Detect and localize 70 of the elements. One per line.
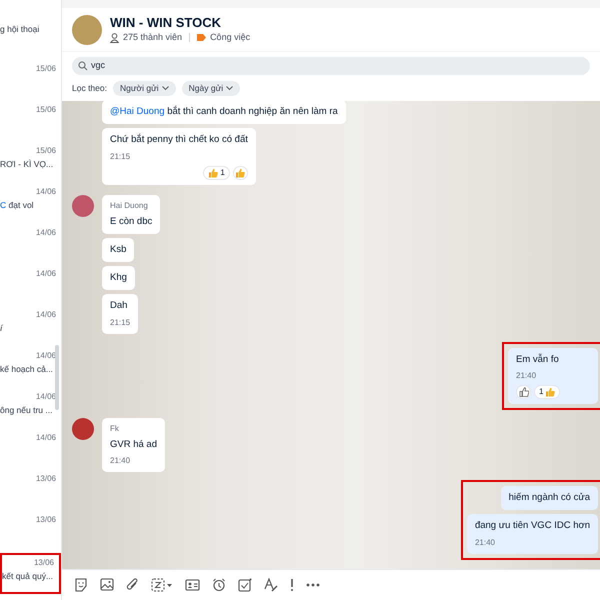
conversation-date: 14/06: [36, 186, 56, 198]
user-avatar[interactable]: [72, 194, 94, 216]
conversation-date: 14/06: [36, 350, 56, 362]
chevron-icon: [162, 86, 169, 90]
member-count[interactable]: 275 thành viên: [123, 30, 182, 44]
conversation-preview[interactable]: í: [0, 322, 2, 334]
conversation-date: 14/06: [36, 432, 56, 444]
conversation-date: 15/06: [36, 63, 56, 75]
message-time: 21:15: [110, 150, 132, 162]
thumbs-up-icon: [545, 386, 556, 397]
thumbs-up-icon: [518, 386, 528, 397]
conversation-preview[interactable]: kế hoạch cả...: [0, 363, 53, 375]
text-format-icon[interactable]: [264, 578, 278, 592]
message-text: Dah: [110, 299, 128, 314]
message-text: Em vẫn fo: [516, 352, 560, 366]
conversation-preview[interactable]: ông nếu tru ...: [0, 404, 52, 416]
reaction-button[interactable]: [516, 384, 531, 399]
scrollbar[interactable]: [55, 345, 59, 410]
filter-label: Lọc theo:: [72, 82, 107, 94]
message-text: Khg: [110, 271, 127, 285]
alarm-clock-icon[interactable]: [212, 578, 226, 592]
thumbs-up-icon: [235, 168, 246, 178]
message-time: 21:40: [110, 455, 132, 467]
paperclip-icon[interactable]: [126, 578, 139, 592]
thumbs-up-icon: [208, 168, 218, 178]
exclamation-icon[interactable]: [290, 578, 294, 592]
conversation-preview[interactable]: kết quả quý...: [2, 570, 54, 582]
user-avatar[interactable]: [72, 418, 94, 440]
person-icon: [110, 32, 119, 42]
message-text: đang ưu tiên VGC IDC hơn: [474, 519, 590, 534]
message-time: 21:40: [516, 370, 538, 382]
message-text: hiếm ngành có cửa: [508, 491, 590, 505]
sticker-icon[interactable]: [74, 578, 88, 592]
message-text: Ksb: [110, 242, 126, 257]
search-field[interactable]: vgc: [72, 57, 590, 75]
conversation-date: 14/06: [36, 227, 56, 239]
reaction-count[interactable]: 1: [534, 384, 560, 399]
conversation-date: 15/06: [36, 104, 56, 116]
conversation-preview[interactable]: RƠI - KÌ VỌ...: [0, 158, 54, 170]
conversation-date: 14/06: [36, 391, 56, 403]
more-icon[interactable]: [306, 582, 320, 586]
conversation-date: 15/06: [36, 145, 56, 157]
message-text: Chứ bắt penny thì chết ko có đất: [110, 133, 248, 148]
image-icon[interactable]: [100, 578, 114, 591]
tag-label[interactable]: Công việc: [210, 30, 250, 44]
tag-icon: [197, 34, 206, 41]
conversation-date: 13/06: [36, 473, 56, 485]
sender-name: Hai Duong: [110, 200, 149, 212]
message-time: 21:15: [110, 316, 130, 328]
filter-dropdown[interactable]: Người gửi: [112, 80, 176, 96]
conversation-date: 13/06: [34, 557, 54, 569]
reaction-count[interactable]: 1: [203, 166, 230, 180]
conversation-date: 14/06: [36, 309, 56, 321]
contact-card-icon[interactable]: [185, 578, 200, 590]
search-icon: [78, 61, 88, 71]
conversation-date: 13/06: [36, 514, 56, 526]
screenshot-icon[interactable]: [151, 578, 173, 592]
task-checkbox-icon[interactable]: [238, 578, 252, 592]
group-title: WIN - WIN STOCK: [110, 14, 222, 31]
message-text: GVR há ad: [110, 438, 157, 452]
chevron-icon: [226, 86, 234, 90]
message-text: @Hai Duong bắt thì canh doanh nghiệp ăn nên làm ra: [110, 105, 338, 119]
sender-name: Fk: [110, 422, 120, 435]
message-text: E còn dbc: [110, 214, 152, 228]
conversation-date: 14/06: [36, 268, 56, 280]
filter-dropdown[interactable]: Ngày gửi: [182, 80, 240, 96]
conversation-preview[interactable]: C đạt vol: [0, 199, 34, 211]
group-avatar: [72, 14, 102, 44]
message-time: 21:40: [474, 536, 496, 548]
conversation-preview[interactable]: g hội thoại: [0, 23, 40, 35]
